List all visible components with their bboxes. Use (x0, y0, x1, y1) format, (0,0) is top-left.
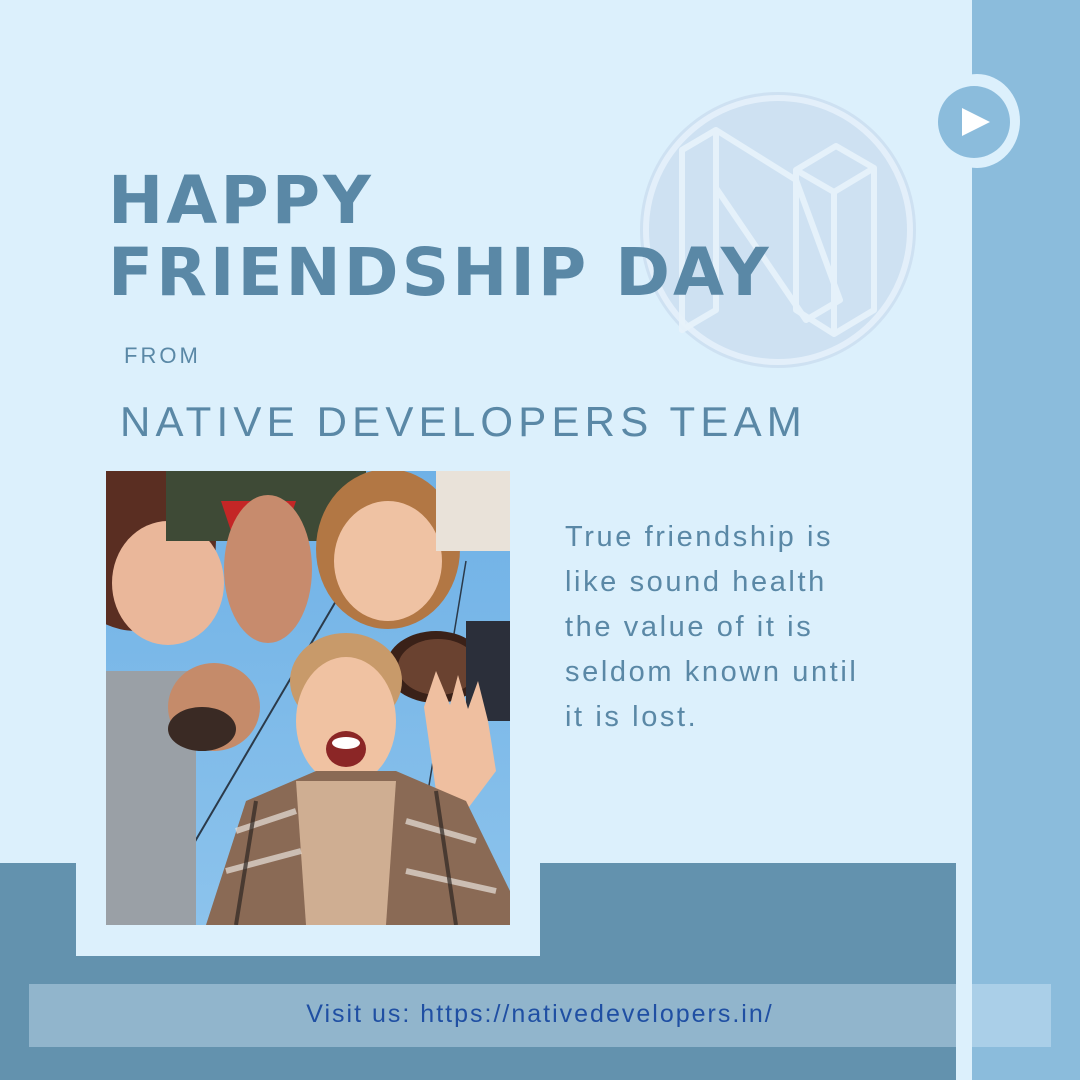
headline: HAPPY FRIENDSHIP DAY (108, 165, 908, 309)
headline-line-1: HAPPY (108, 162, 374, 239)
bottom-band-gap (956, 863, 972, 1080)
website-link[interactable]: Visit us: https://nativedevelopers.in/ (29, 1000, 1051, 1029)
visit-bar: Visit us: https://nativedevelopers.in/ (29, 984, 1051, 1047)
play-button[interactable] (938, 86, 1010, 158)
from-label: FROM (124, 343, 201, 368)
headline-line-2: FRIENDSHIP DAY (108, 234, 772, 311)
quote-line: it is lost. (565, 701, 699, 733)
quote-line: the value of it is (565, 611, 814, 643)
team-name: NATIVE DEVELOPERS TEAM (120, 398, 807, 445)
group-photo (106, 471, 510, 925)
play-icon (962, 108, 990, 136)
friendship-quote: True friendship is like sound health the… (565, 515, 945, 740)
quote-line: True friendship is (565, 521, 834, 553)
quote-line: seldom known until (565, 656, 859, 688)
quote-line: like sound health (565, 566, 827, 598)
